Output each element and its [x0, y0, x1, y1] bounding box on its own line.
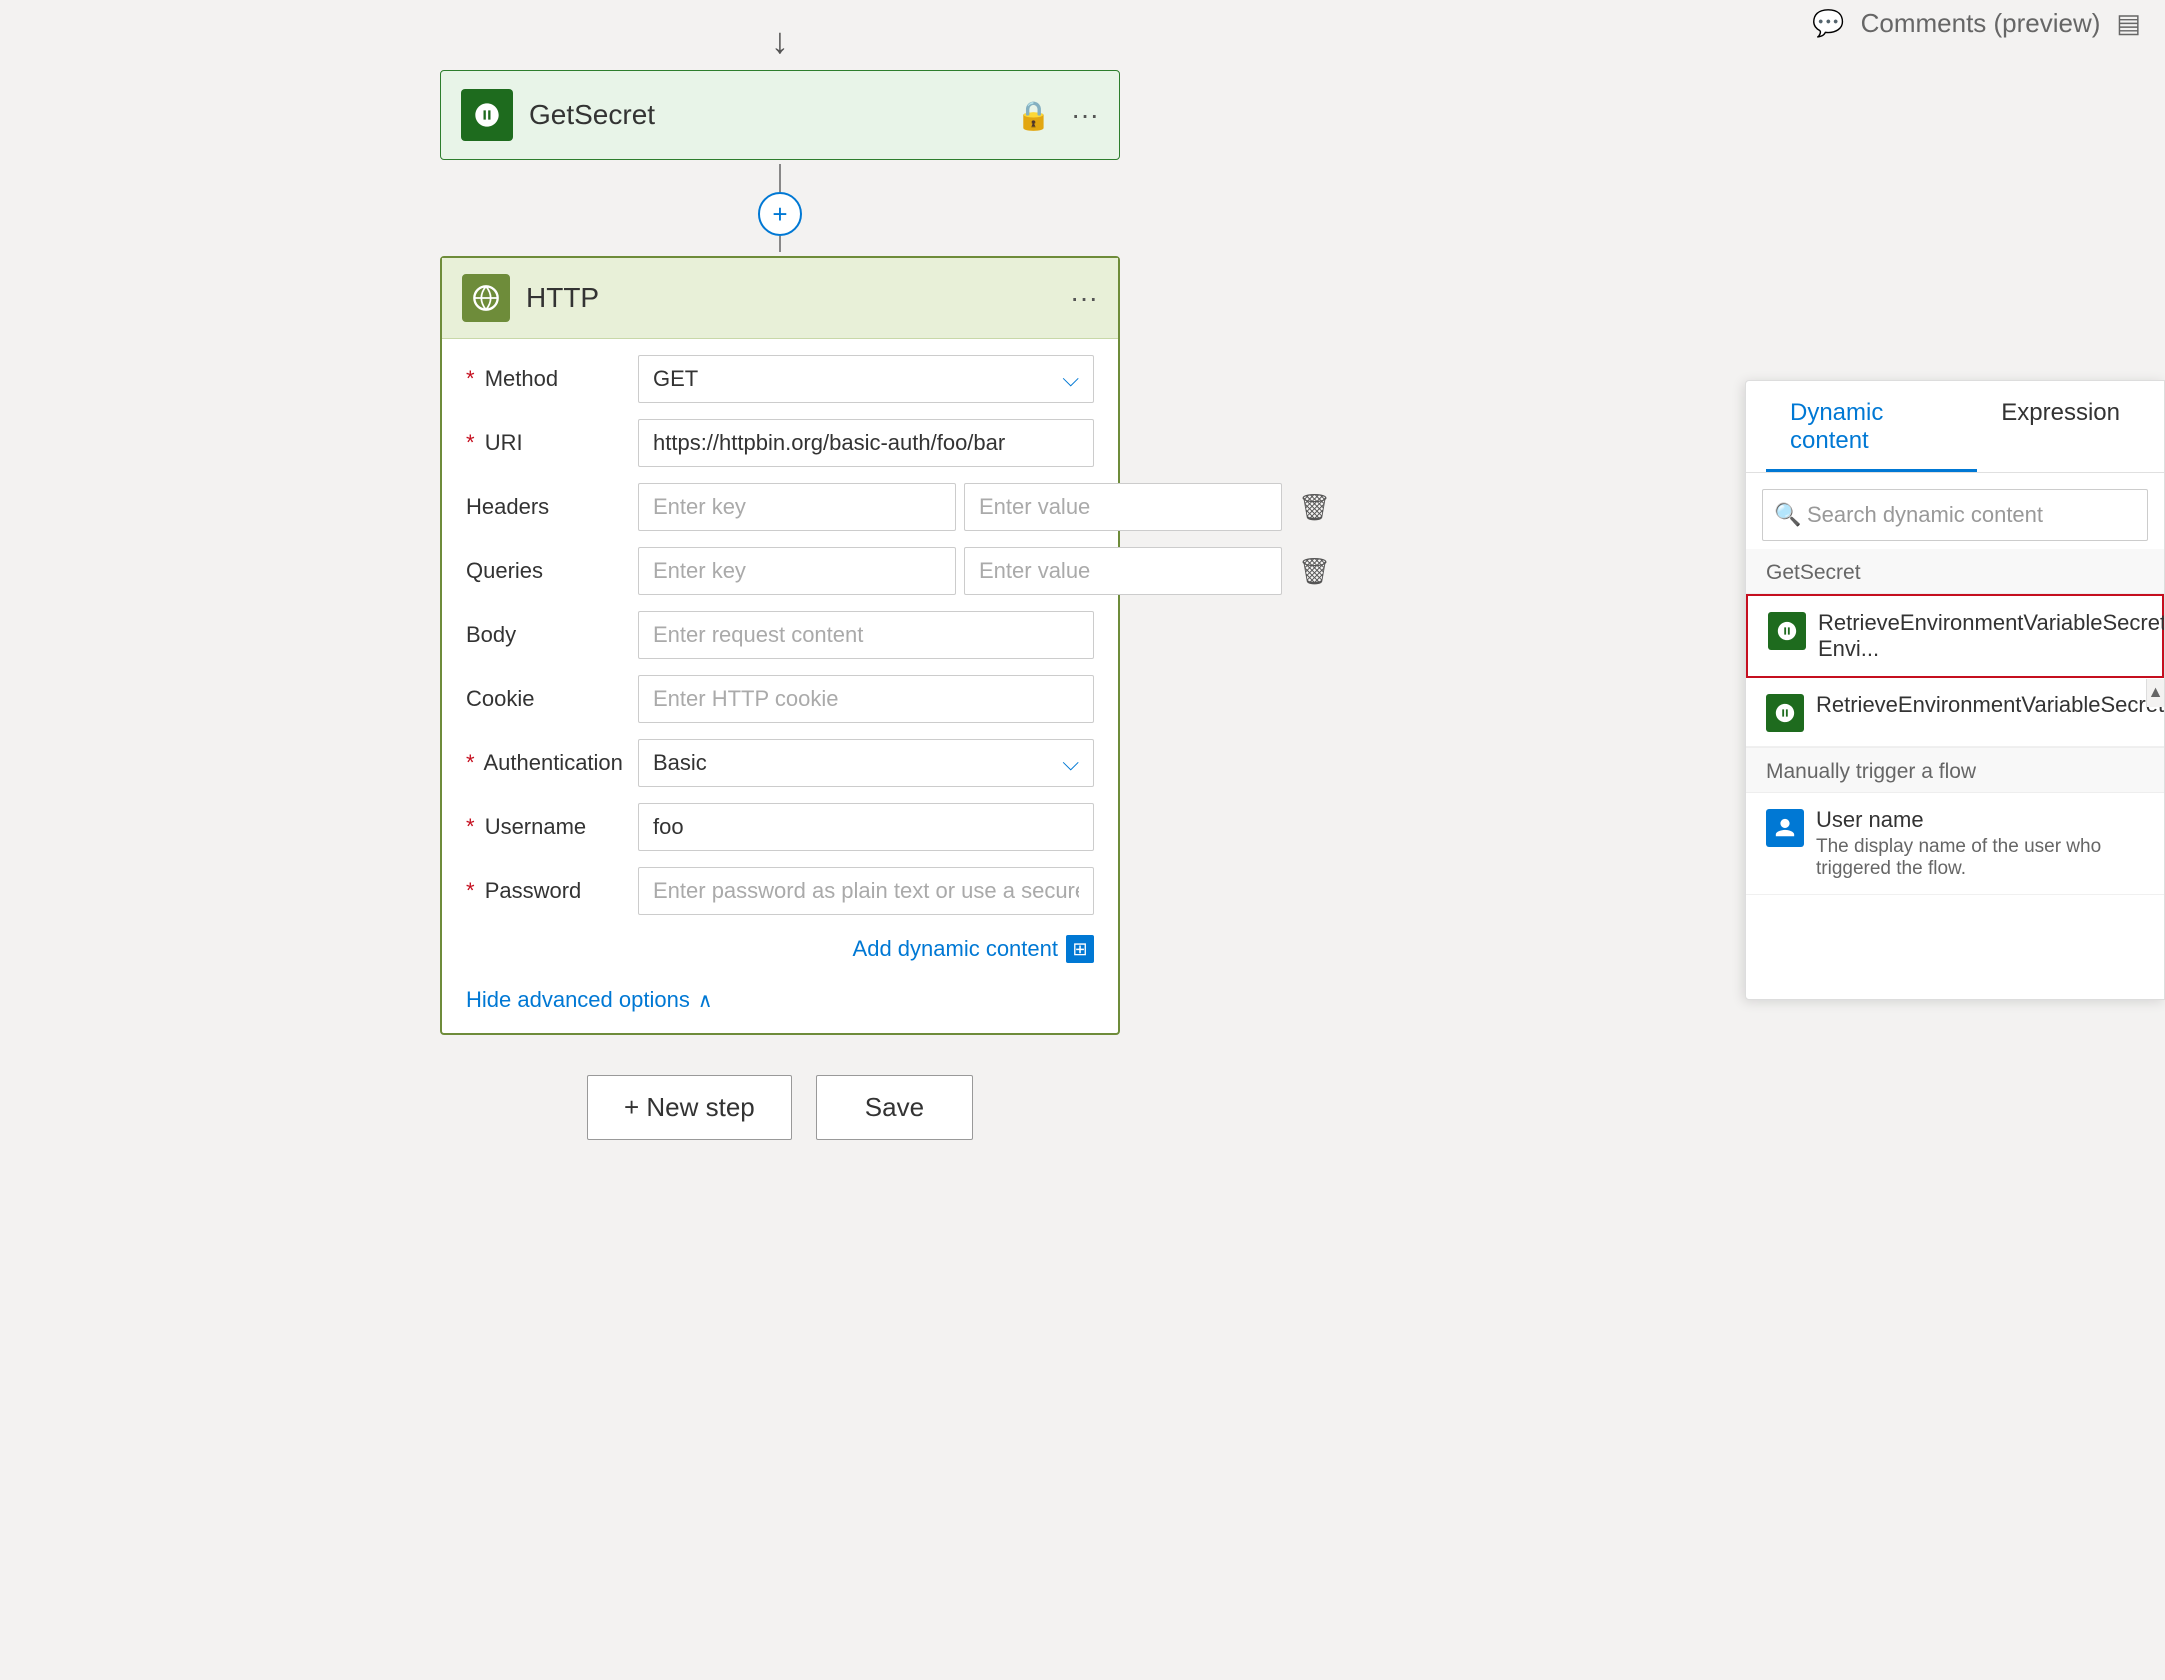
item-username-title: User name [1816, 807, 2144, 833]
headers-pair [638, 483, 1282, 531]
http-header: HTTP ··· [442, 258, 1118, 339]
add-dynamic-link[interactable]: Add dynamic content [853, 936, 1058, 962]
panel-content: ▲ GetSecret RetrieveEnvironmentVariableS… [1746, 549, 2164, 999]
username-row: * Username [466, 803, 1094, 851]
tab-expression[interactable]: Expression [1977, 381, 2144, 472]
auth-chevron-icon: ⌵ [1062, 750, 1079, 776]
item-2-icon [1766, 694, 1804, 732]
cookie-label: Cookie [466, 686, 626, 712]
method-label: * Method [466, 366, 626, 392]
hide-advanced-options[interactable]: Hide advanced options ∧ [466, 979, 1094, 1017]
queries-pair [638, 547, 1282, 595]
item-1-text: RetrieveEnvironmentVariableSecretValueRe… [1818, 610, 2164, 662]
panel-scroll-up[interactable]: ▲ [2146, 679, 2164, 707]
http-form-body: * Method GET ⌵ * URI [442, 339, 1118, 1033]
uri-input[interactable] [638, 419, 1094, 467]
headers-delete-icon[interactable]: 🗑 [1298, 492, 1331, 523]
get-secret-card[interactable]: GetSecret 🔒 ··· [440, 70, 1120, 160]
method-select[interactable]: GET ⌵ [638, 355, 1094, 403]
queries-row: Queries 🗑 [466, 547, 1094, 595]
get-secret-title: GetSecret [529, 99, 1000, 131]
http-icon [462, 274, 510, 322]
queries-delete-icon[interactable]: 🗑 [1298, 556, 1331, 587]
dynamic-item-username[interactable]: User name The display name of the user w… [1746, 793, 2164, 895]
method-select-wrapper: GET ⌵ [638, 355, 1094, 403]
sidebar-icon[interactable]: ▤ [2116, 8, 2141, 39]
comments-label[interactable]: Comments (preview) [1861, 8, 2101, 39]
password-input[interactable] [638, 867, 1094, 915]
save-button[interactable]: Save [816, 1075, 973, 1140]
body-row: Body [466, 611, 1094, 659]
lock-icon[interactable]: 🔒 [1016, 99, 1051, 132]
item-2-text: RetrieveEnvironmentVariableSecretValueRe… [1816, 692, 2164, 718]
uri-row: * URI [466, 419, 1094, 467]
connector-line-bottom [779, 236, 781, 252]
headers-key-input[interactable] [638, 483, 956, 531]
item-username-icon [1766, 809, 1804, 847]
method-required: * [466, 366, 475, 391]
uri-label: * URI [466, 430, 626, 456]
search-wrapper: 🔍 [1762, 489, 2148, 541]
add-dynamic-row: Add dynamic content ⊞ [466, 931, 1094, 963]
arrow-down-top: ↓ [771, 20, 789, 62]
http-more-icon[interactable]: ··· [1070, 282, 1098, 314]
connector-line-top [779, 164, 781, 192]
body-label: Body [466, 622, 626, 648]
dynamic-item-2[interactable]: RetrieveEnvironmentVariableSecretValueRe… [1746, 678, 2164, 747]
tab-dynamic-content[interactable]: Dynamic content [1766, 381, 1977, 472]
username-input[interactable] [638, 803, 1094, 851]
username-label: * Username [466, 814, 626, 840]
top-bar: 💬 Comments (preview) ▤ [1788, 0, 2165, 47]
username-required: * [466, 814, 475, 839]
card-actions: 🔒 ··· [1016, 99, 1099, 132]
item-1-icon [1768, 612, 1806, 650]
panel-search-row: 🔍 [1746, 473, 2164, 549]
item-2-title: RetrieveEnvironmentVariableSecretValueRe… [1816, 692, 2164, 718]
http-card: HTTP ··· * Method GET ⌵ [440, 256, 1120, 1035]
dynamic-content-search[interactable] [1762, 489, 2148, 541]
panel-tabs: Dynamic content Expression [1746, 381, 2164, 473]
method-chevron-icon: ⌵ [1062, 366, 1079, 392]
queries-key-input[interactable] [638, 547, 956, 595]
connector: + [758, 164, 802, 252]
cookie-input[interactable] [638, 675, 1094, 723]
item-username-text: User name The display name of the user w… [1816, 807, 2144, 880]
dynamic-content-icon[interactable]: ⊞ [1066, 935, 1094, 963]
headers-label: Headers [466, 494, 626, 520]
get-secret-icon [461, 89, 513, 141]
new-step-button[interactable]: + New step [587, 1075, 792, 1140]
item-1-title: RetrieveEnvironmentVariableSecretValueRe… [1818, 610, 2164, 662]
http-title: HTTP [526, 282, 1054, 314]
uri-required: * [466, 430, 475, 455]
password-required: * [466, 878, 475, 903]
method-row: * Method GET ⌵ [466, 355, 1094, 403]
headers-row: Headers 🗑 [466, 483, 1094, 531]
headers-value-input[interactable] [964, 483, 1282, 531]
cookie-row: Cookie [466, 675, 1094, 723]
section-manually-trigger: Manually trigger a flow [1746, 747, 2164, 793]
action-buttons: + New step Save [587, 1075, 973, 1140]
queries-value-input[interactable] [964, 547, 1282, 595]
dynamic-content-panel: Dynamic content Expression 🔍 ▲ GetSecret… [1745, 380, 2165, 1000]
item-username-desc: The display name of the user who trigger… [1816, 836, 2144, 880]
get-secret-more-icon[interactable]: ··· [1071, 99, 1099, 131]
body-input[interactable] [638, 611, 1094, 659]
auth-select[interactable]: Basic ⌵ [638, 739, 1094, 787]
caret-up-icon: ∧ [698, 988, 713, 1013]
queries-label: Queries [466, 558, 626, 584]
authentication-row: * Authentication Basic ⌵ [466, 739, 1094, 787]
password-label: * Password [466, 878, 626, 904]
section-get-secret: GetSecret [1746, 549, 2164, 594]
comments-icon: 💬 [1812, 8, 1844, 39]
canvas: ↓ GetSecret 🔒 ··· + HTTP [0, 0, 1560, 1680]
auth-select-wrapper: Basic ⌵ [638, 739, 1094, 787]
password-row: * Password [466, 867, 1094, 915]
authentication-label: * Authentication [466, 750, 626, 776]
auth-required: * [466, 750, 475, 775]
add-step-button[interactable]: + [758, 192, 802, 236]
dynamic-item-1[interactable]: RetrieveEnvironmentVariableSecretValueRe… [1746, 594, 2164, 678]
